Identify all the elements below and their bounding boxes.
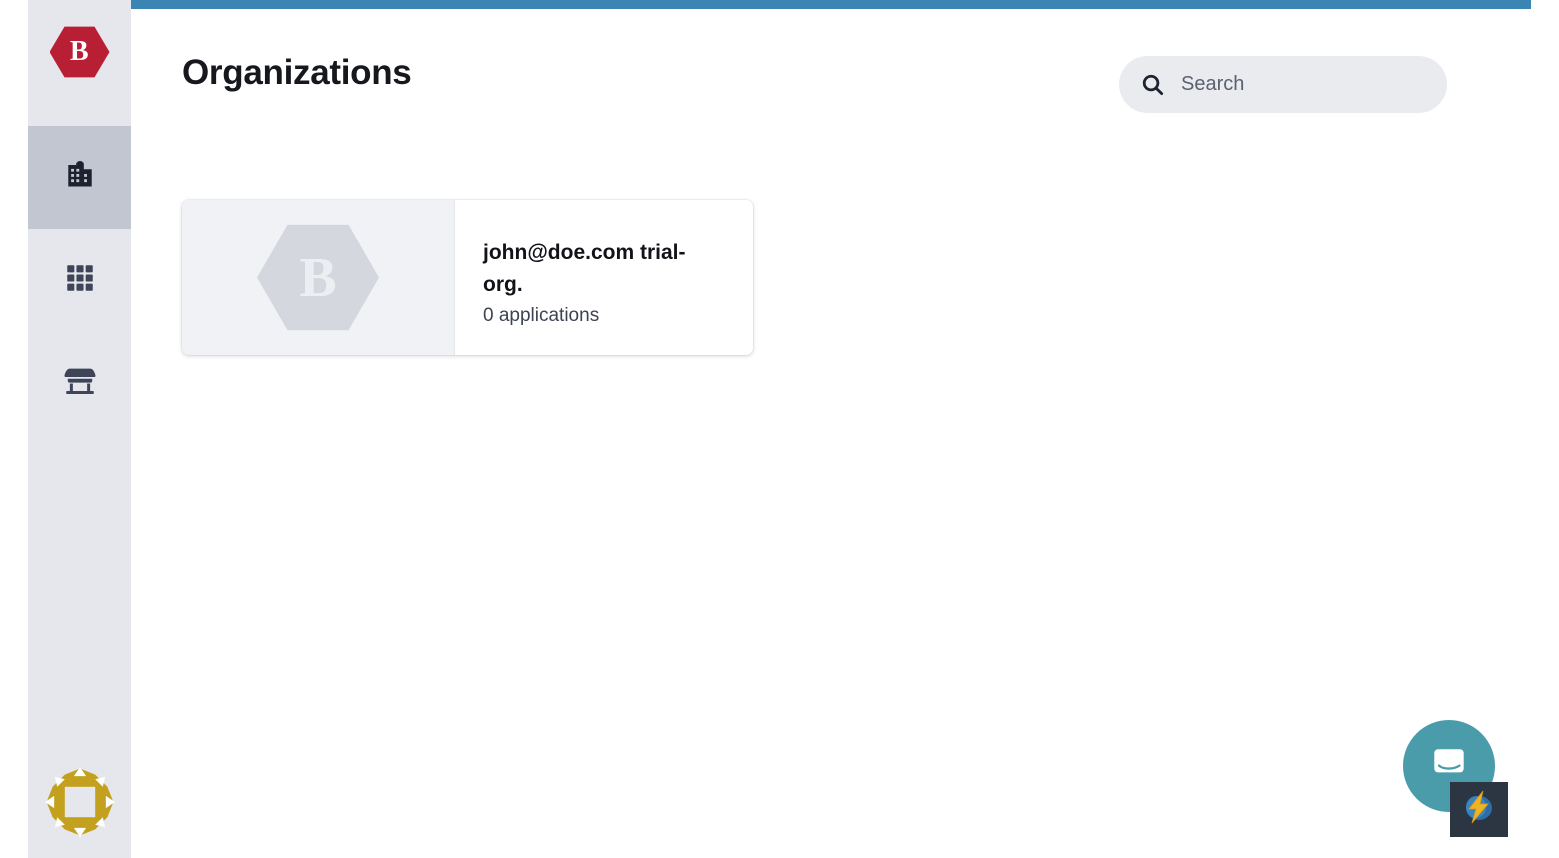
search-box[interactable] — [1119, 56, 1447, 113]
organization-applications-count: 0 applications — [483, 304, 600, 326]
brand-hexagon: B — [49, 26, 110, 78]
app-root: B Organizations Search B john@doe.com tr… — [0, 0, 1559, 858]
storefront-icon — [61, 362, 99, 405]
brand-letter: B — [69, 36, 90, 67]
sidebar-nav — [28, 126, 131, 435]
page-header: Organizations — [131, 9, 1559, 149]
keycloak-logo[interactable] — [42, 764, 118, 840]
sidebar-item-marketplace[interactable] — [28, 332, 131, 435]
sidebar-item-organizations[interactable] — [28, 126, 131, 229]
search-icon — [1139, 71, 1167, 99]
building-icon — [61, 156, 99, 199]
organization-card[interactable]: B john@doe.com trial-org. 0 applications — [182, 200, 753, 355]
sidebar-item-applications[interactable] — [28, 229, 131, 332]
lightning-bolt-icon — [1457, 787, 1501, 832]
organization-logo: B — [182, 200, 455, 355]
top-accent-bar — [131, 0, 1531, 9]
lightning-extension-badge[interactable] — [1450, 782, 1508, 837]
page-title: Organizations — [182, 53, 412, 92]
organization-logo-letter: B — [299, 246, 337, 309]
organization-details: john@doe.com trial-org. 0 applications — [455, 200, 753, 355]
search-input[interactable] — [1181, 69, 1431, 100]
bonita-logo[interactable]: B — [49, 25, 110, 79]
sidebar: B — [28, 0, 131, 858]
organization-name: john@doe.com trial-org. — [483, 241, 686, 296]
main-content: Organizations B — [131, 9, 1559, 858]
grid-icon — [63, 261, 97, 300]
organizations-list: B john@doe.com trial-org. 0 applications — [182, 200, 753, 355]
organization-hexagon: B — [257, 224, 379, 331]
